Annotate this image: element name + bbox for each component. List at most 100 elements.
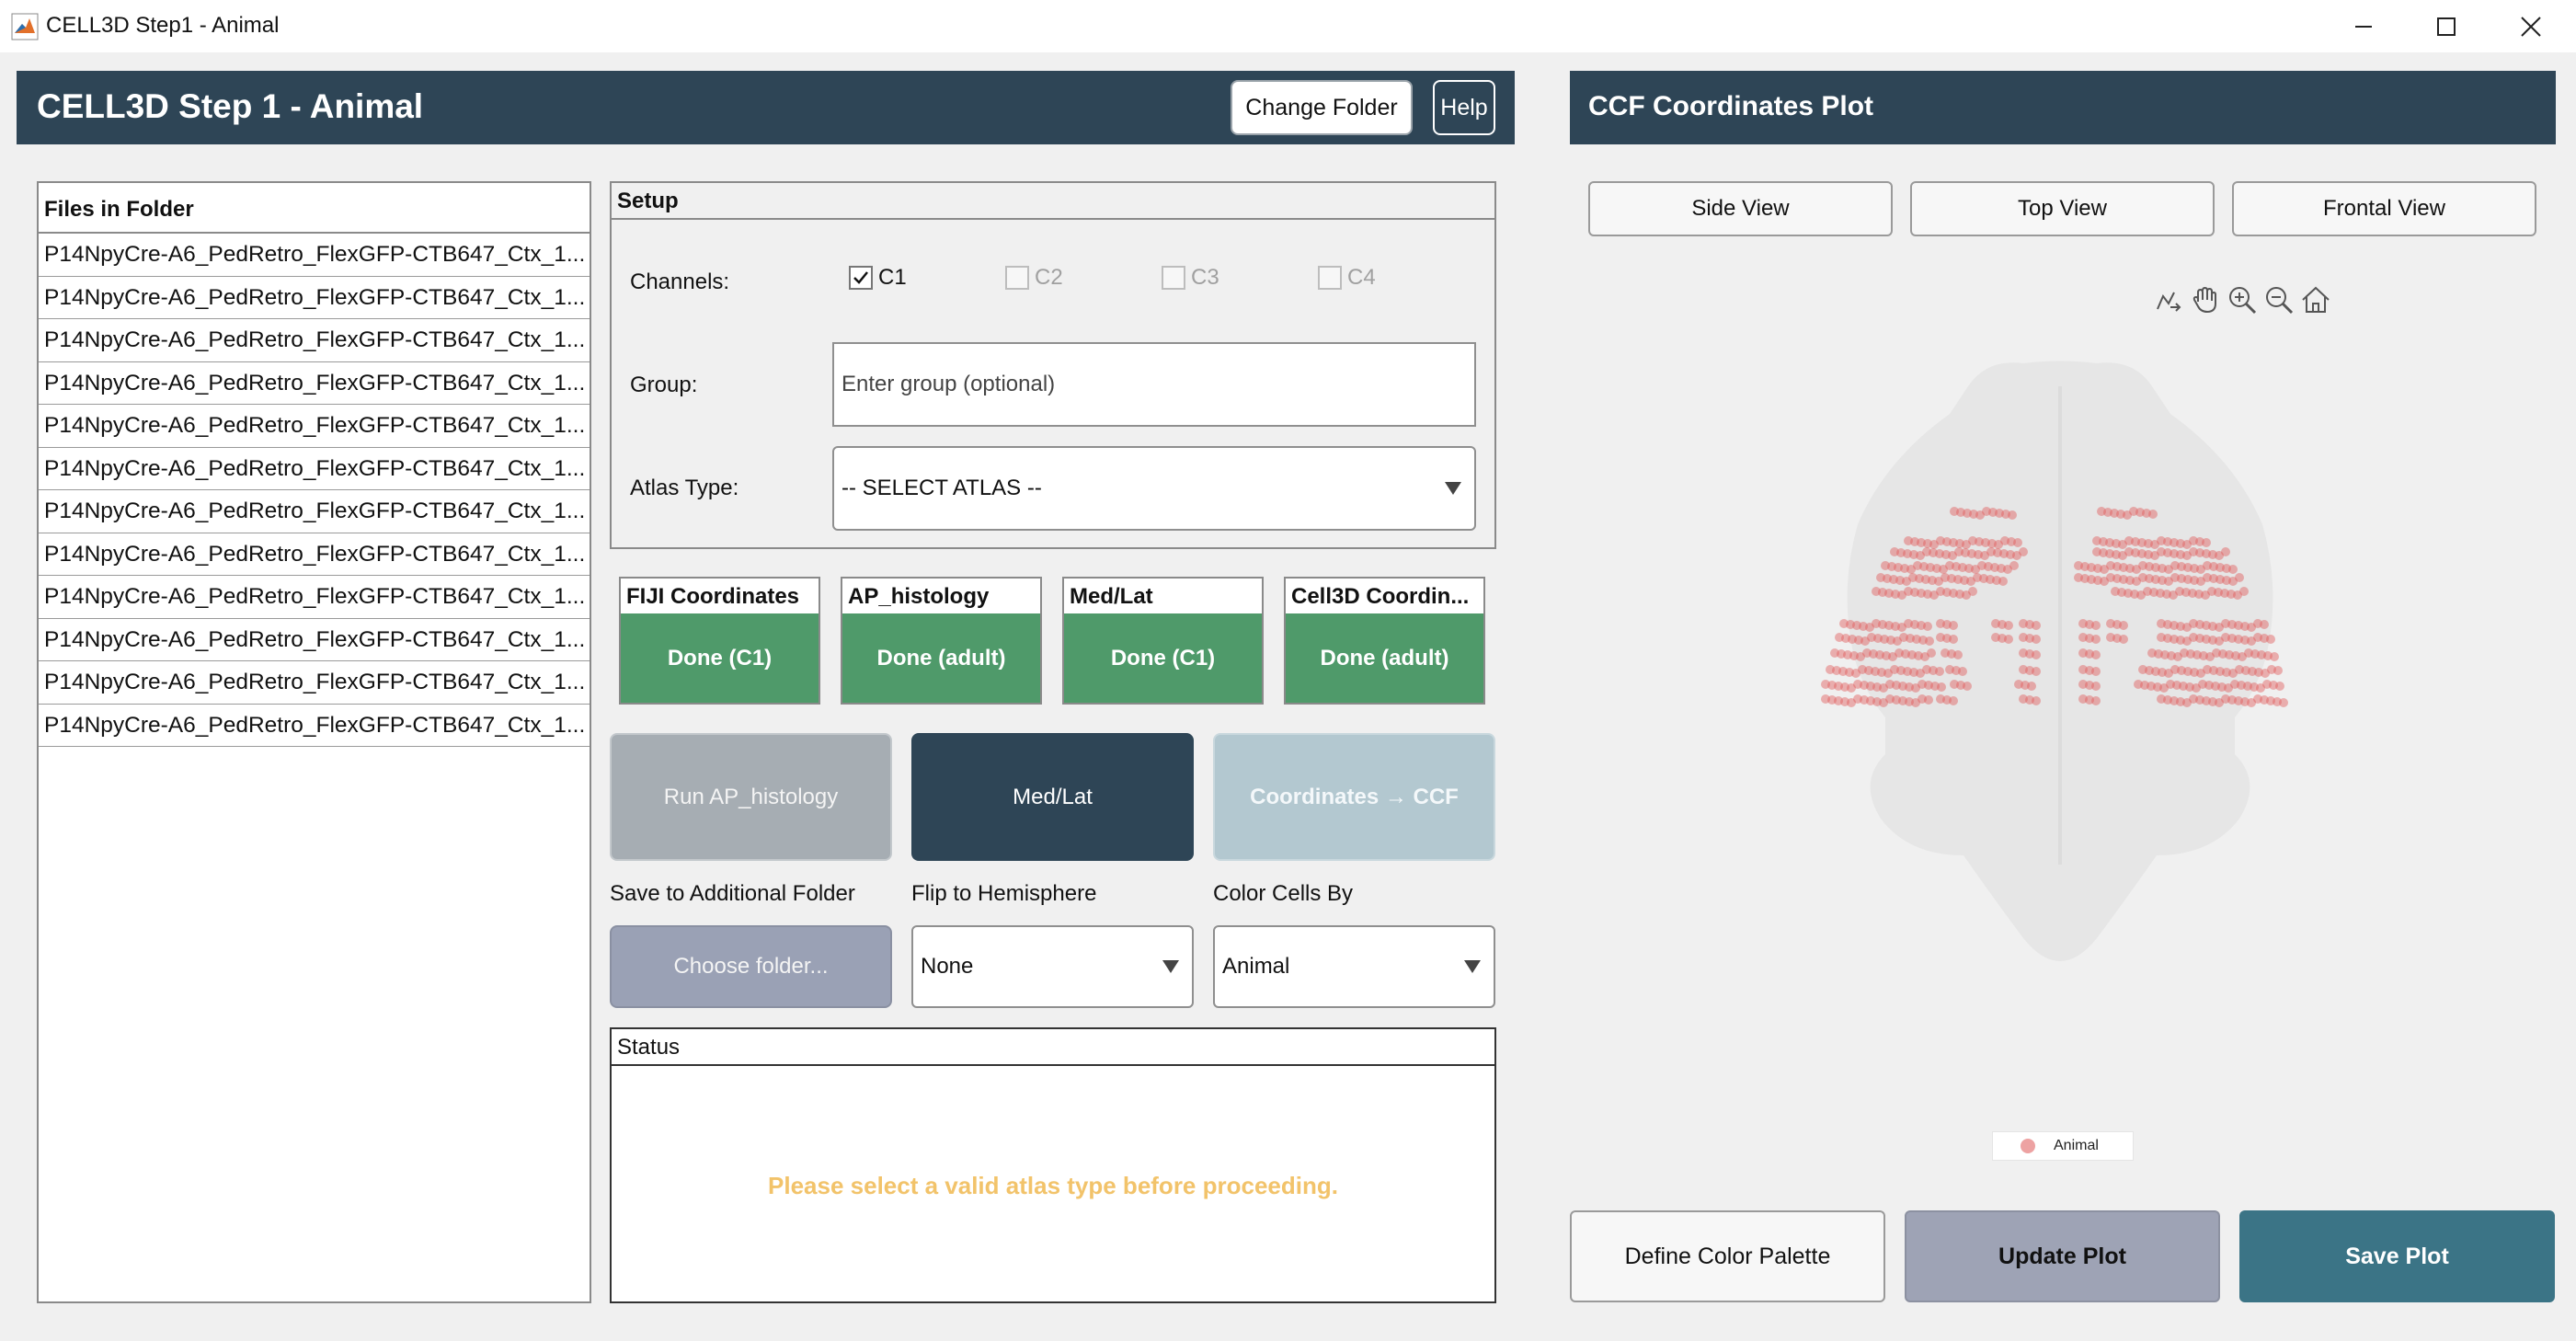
- maximize-button[interactable]: [2404, 0, 2489, 52]
- file-list-item[interactable]: P14NpyCre-A6_PedRetro_FlexGFP-CTB647_Ctx…: [39, 661, 590, 705]
- files-list-header: Files in Folder: [39, 183, 590, 234]
- cell-marker: [2008, 510, 2017, 520]
- cell-marker: [1925, 636, 1934, 646]
- define-color-palette-button[interactable]: Define Color Palette: [1570, 1210, 1885, 1302]
- file-list-item[interactable]: P14NpyCre-A6_PedRetro_FlexGFP-CTB647_Ctx…: [39, 619, 590, 661]
- chevron-down-icon: [1445, 482, 1461, 495]
- flip-hemisphere-dropdown[interactable]: None: [911, 925, 1194, 1008]
- legend-marker-icon: [2021, 1139, 2035, 1153]
- cell-marker: [2032, 650, 2041, 659]
- pan-icon[interactable]: [2189, 283, 2222, 316]
- cell-marker: [2032, 621, 2041, 630]
- flip-hemisphere-value: None: [921, 954, 974, 979]
- group-input[interactable]: Enter group (optional): [832, 342, 1476, 427]
- cell-marker: [1949, 696, 1958, 705]
- cell-marker: [2091, 635, 2101, 644]
- chevron-down-icon: [1464, 960, 1481, 973]
- cell-marker: [2270, 652, 2279, 661]
- ccf-brain-plot[interactable]: [1803, 350, 2318, 993]
- checkbox-unchecked-icon: [1162, 266, 1185, 290]
- file-list-item[interactable]: P14NpyCre-A6_PedRetro_FlexGFP-CTB647_Ctx…: [39, 319, 590, 362]
- cell-marker: [2148, 510, 2158, 519]
- save-folder-label: Save to Additional Folder: [610, 881, 855, 906]
- checkbox-checked-icon: [849, 266, 873, 290]
- coordinates-to-ccf-button[interactable]: Coordinates → CCF: [1213, 733, 1495, 861]
- channel-c2-checkbox[interactable]: C2: [1005, 265, 1063, 291]
- cell-marker: [1949, 635, 1958, 644]
- status-panel: Status Please select a valid atlas type …: [610, 1027, 1496, 1303]
- home-icon[interactable]: [2299, 283, 2332, 316]
- file-list-item[interactable]: P14NpyCre-A6_PedRetro_FlexGFP-CTB647_Ctx…: [39, 277, 590, 319]
- cell-marker: [2032, 667, 2041, 676]
- cell-marker: [2239, 587, 2249, 596]
- file-list-item[interactable]: P14NpyCre-A6_PedRetro_FlexGFP-CTB647_Ctx…: [39, 362, 590, 405]
- step-card-title: AP_histology: [848, 584, 990, 609]
- legend-label: Animal: [2054, 1138, 2099, 1153]
- cell-marker: [2119, 621, 2128, 630]
- cell-marker: [2235, 573, 2244, 582]
- window-title-bar: CELL3D Step1 - Animal: [0, 0, 2576, 52]
- cell-marker: [2091, 621, 2101, 630]
- step-card-cell3d-coordinates: Cell3D Coordin... Done (adult): [1284, 577, 1485, 705]
- medlat-button[interactable]: Med/Lat: [911, 733, 1194, 861]
- color-cells-label: Color Cells By: [1213, 881, 1354, 906]
- setup-panel: Setup Channels: C1 C2 C3 C4 Group: Enter…: [610, 181, 1496, 549]
- cell-marker: [2091, 696, 2101, 705]
- status-message: Please select a valid atlas type before …: [768, 1172, 1338, 1199]
- files-list[interactable]: Files in Folder P14NpyCre-A6_PedRetro_Fl…: [37, 181, 591, 1303]
- step-card-status: Done (adult): [842, 613, 1040, 703]
- zoom-out-icon[interactable]: [2262, 283, 2296, 316]
- atlas-type-label: Atlas Type:: [630, 476, 739, 500]
- cell-marker: [1935, 667, 1944, 676]
- help-button[interactable]: Help: [1433, 80, 1495, 135]
- app-title: CELL3D Step 1 - Animal: [37, 87, 424, 125]
- side-view-button[interactable]: Side View: [1588, 181, 1893, 236]
- brain-midline: [2058, 386, 2062, 865]
- choose-folder-button[interactable]: Choose folder...: [610, 925, 892, 1008]
- channel-c3-checkbox[interactable]: C3: [1162, 265, 1219, 291]
- cell-marker: [1937, 682, 1946, 692]
- cell-marker: [2009, 561, 2019, 570]
- close-button[interactable]: [2489, 0, 2573, 52]
- cell-marker: [2266, 635, 2275, 644]
- step-card-fiji: FIJI Coordinates Done (C1): [619, 577, 820, 705]
- step-card-ap-histology: AP_histology Done (adult): [841, 577, 1042, 705]
- step-card-title: Med/Lat: [1070, 584, 1153, 609]
- file-list-item[interactable]: P14NpyCre-A6_PedRetro_FlexGFP-CTB647_Ctx…: [39, 705, 590, 747]
- zoom-in-icon[interactable]: [2226, 283, 2259, 316]
- top-view-button[interactable]: Top View: [1910, 181, 2215, 236]
- step-card-title: FIJI Coordinates: [626, 584, 800, 609]
- save-plot-button[interactable]: Save Plot: [2239, 1210, 2555, 1302]
- run-ap-histology-button[interactable]: Run AP_histology: [610, 733, 892, 861]
- cell-marker: [2091, 682, 2101, 691]
- plot-legend: Animal: [1992, 1131, 2134, 1161]
- atlas-type-dropdown[interactable]: -- SELECT ATLAS --: [832, 446, 1476, 531]
- file-list-item[interactable]: P14NpyCre-A6_PedRetro_FlexGFP-CTB647_Ctx…: [39, 448, 590, 490]
- cell-marker: [2221, 547, 2230, 556]
- step-card-status: Done (C1): [621, 613, 819, 703]
- checkbox-unchecked-icon: [1318, 266, 1342, 290]
- cell-marker: [2032, 635, 2041, 644]
- cell-marker: [2004, 635, 2013, 644]
- minimize-button[interactable]: [2321, 0, 2406, 52]
- cell-marker: [1958, 667, 1967, 676]
- change-folder-button[interactable]: Change Folder: [1231, 80, 1413, 135]
- update-plot-button[interactable]: Update Plot: [1905, 1210, 2220, 1302]
- cell-marker: [1963, 682, 1972, 691]
- color-cells-dropdown[interactable]: Animal: [1213, 925, 1495, 1008]
- cell-marker: [2119, 635, 2128, 644]
- cell-marker: [1953, 650, 1963, 659]
- frontal-view-button[interactable]: Frontal View: [2232, 181, 2536, 236]
- channel-c4-checkbox[interactable]: C4: [1318, 265, 1376, 291]
- file-list-item[interactable]: P14NpyCre-A6_PedRetro_FlexGFP-CTB647_Ctx…: [39, 490, 590, 533]
- channel-c1-label: C1: [878, 265, 907, 290]
- file-list-item[interactable]: P14NpyCre-A6_PedRetro_FlexGFP-CTB647_Ctx…: [39, 234, 590, 277]
- setup-header: Setup: [612, 183, 1494, 220]
- file-list-item[interactable]: P14NpyCre-A6_PedRetro_FlexGFP-CTB647_Ctx…: [39, 576, 590, 619]
- step-card-title: Cell3D Coordin...: [1291, 584, 1470, 609]
- file-list-item[interactable]: P14NpyCre-A6_PedRetro_FlexGFP-CTB647_Ctx…: [39, 405, 590, 448]
- channel-c1-checkbox[interactable]: C1: [849, 265, 907, 291]
- file-list-item[interactable]: P14NpyCre-A6_PedRetro_FlexGFP-CTB647_Ctx…: [39, 533, 590, 576]
- cell-marker: [2013, 538, 2022, 547]
- data-tip-icon[interactable]: [2152, 283, 2185, 316]
